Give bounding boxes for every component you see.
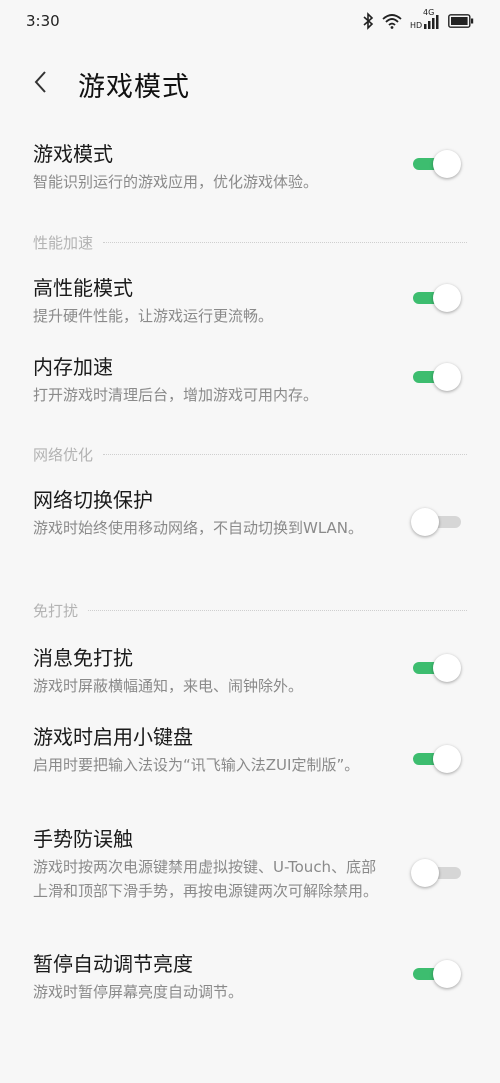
hd-signal-icon: 4G HD xyxy=(410,8,440,31)
section-network: 网络优化 xyxy=(33,444,467,464)
setting-title: 消息免打扰 xyxy=(33,646,133,670)
setting-desc: 游戏时屏蔽横幅通知，来电、闹钟除外。 xyxy=(33,677,304,695)
chevron-left-icon xyxy=(33,70,47,98)
bluetooth-icon xyxy=(362,12,374,30)
back-button[interactable] xyxy=(0,50,80,118)
svg-text:HD: HD xyxy=(410,21,422,30)
setting-desc: 游戏时始终使用移动网络，不自动切换到WLAN。 xyxy=(33,519,364,537)
setting-desc: 智能识别运行的游戏应用，优化游戏体验。 xyxy=(33,173,319,191)
setting-desc: 游戏时按两次电源键禁用虚拟按键、U-Touch、底部上滑和顶部下滑手势，再按电源… xyxy=(33,858,379,900)
pause-brightness-toggle[interactable] xyxy=(411,959,463,989)
memory-boost-toggle[interactable] xyxy=(411,362,463,392)
setting-desc: 打开游戏时清理后台，增加游戏可用内存。 xyxy=(33,386,319,404)
game-mode-toggle[interactable] xyxy=(411,149,463,179)
page-title: 游戏模式 xyxy=(78,71,190,103)
setting-desc: 启用时要把输入法设为“讯飞输入法ZUI定制版”。 xyxy=(33,756,360,774)
section-label: 性能加速 xyxy=(33,233,94,252)
small-keyboard-toggle[interactable] xyxy=(411,744,463,774)
network-switch-toggle[interactable] xyxy=(411,507,463,537)
setting-title: 内存加速 xyxy=(33,355,113,379)
status-bar: 3:30 4G HD xyxy=(0,0,500,42)
gesture-guard-toggle[interactable] xyxy=(411,858,463,888)
setting-desc: 提升硬件性能，让游戏运行更流畅。 xyxy=(33,307,274,325)
setting-title: 手势防误触 xyxy=(33,827,133,851)
section-performance: 性能加速 xyxy=(33,232,467,252)
section-dnd: 免打扰 xyxy=(33,600,467,620)
setting-desc: 游戏时暂停屏幕亮度自动调节。 xyxy=(33,983,244,1001)
message-dnd-toggle[interactable] xyxy=(411,653,463,683)
wifi-icon xyxy=(382,13,402,29)
app-header: 游戏模式 xyxy=(0,50,500,118)
section-label: 免打扰 xyxy=(33,601,79,620)
status-time: 3:30 xyxy=(26,12,60,30)
setting-title: 游戏模式 xyxy=(33,142,113,166)
battery-icon xyxy=(448,14,474,28)
status-icons: 4G HD xyxy=(362,8,474,31)
setting-title: 高性能模式 xyxy=(33,276,133,300)
high-performance-toggle[interactable] xyxy=(411,283,463,313)
setting-title: 暂停自动调节亮度 xyxy=(33,952,193,976)
section-label: 网络优化 xyxy=(33,445,94,464)
setting-title: 网络切换保护 xyxy=(33,488,153,512)
setting-title: 游戏时启用小键盘 xyxy=(33,725,193,749)
